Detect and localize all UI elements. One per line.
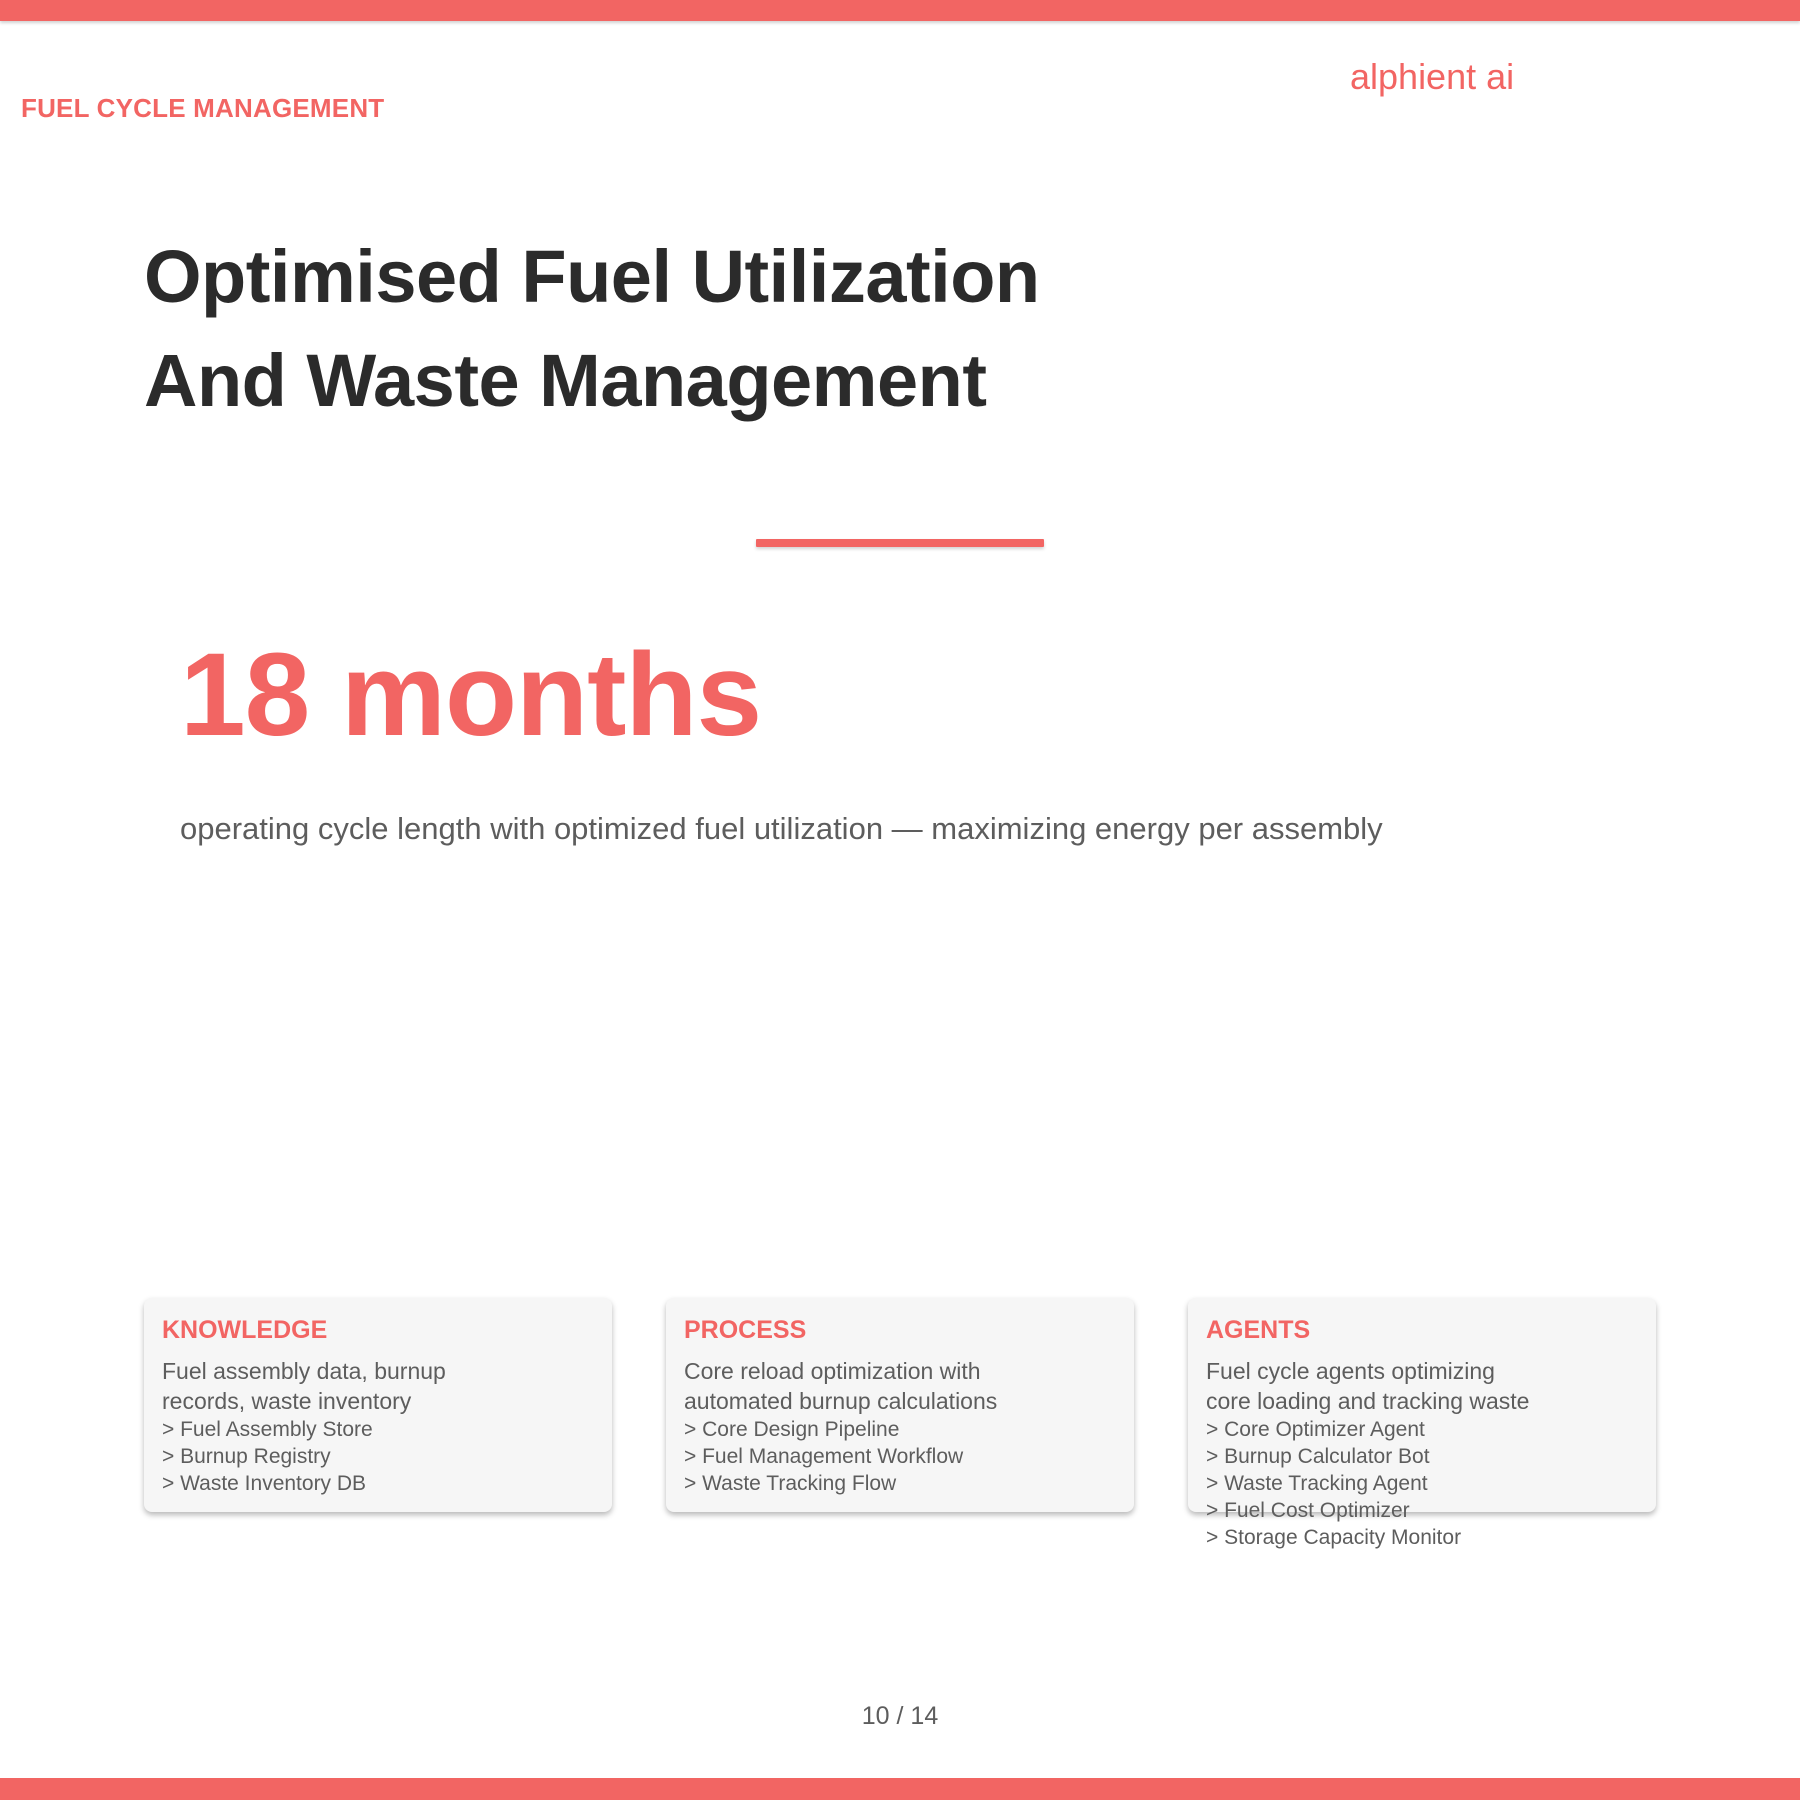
list-item: Burnup Calculator Bot [1206,1443,1766,1470]
list-item: Fuel Assembly Store [162,1416,722,1443]
card-title: KNOWLEDGE [162,1316,328,1344]
list-item: Waste Tracking Flow [684,1470,1244,1497]
list-item: Fuel Management Workflow [684,1443,1244,1470]
card-description-line: Core reload optimization with [684,1358,981,1384]
card-description: Core reload optimization with automated … [684,1356,1244,1416]
slide: FUEL CYCLE MANAGEMENT alphient ai Optimi… [0,0,1800,1800]
card-item-list: Fuel Assembly Store Burnup Registry Wast… [162,1416,722,1497]
card-description-line: automated burnup calculations [684,1388,998,1414]
card-title: PROCESS [684,1316,807,1344]
bottom-accent-bar [0,1778,1800,1800]
list-item: Fuel Cost Optimizer [1206,1497,1766,1524]
card-item-list: Core Optimizer Agent Burnup Calculator B… [1206,1416,1766,1551]
card-description-line: Fuel cycle agents optimizing [1206,1358,1495,1384]
list-item: Burnup Registry [162,1443,722,1470]
title-divider [756,539,1044,547]
card-item-list: Core Design Pipeline Fuel Management Wor… [684,1416,1244,1497]
card-description: Fuel cycle agents optimizing core loadin… [1206,1356,1766,1416]
stat-description: operating cycle length with optimized fu… [180,811,1383,846]
brand-logo-text: alphient ai [1350,56,1515,97]
slide-title: Optimised Fuel Utilization And Waste Man… [144,225,1040,433]
stat-value: 18 months [180,629,762,761]
list-item: Waste Tracking Agent [1206,1470,1766,1497]
card-description: Fuel assembly data, burnup records, wast… [162,1356,722,1416]
slide-title-line-1: Optimised Fuel Utilization [144,235,1040,318]
slide-title-line-2: And Waste Management [144,339,987,422]
list-item: Core Design Pipeline [684,1416,1244,1443]
card-description-line: records, waste inventory [162,1388,412,1414]
list-item: Storage Capacity Monitor [1206,1524,1766,1551]
card-description-line: Fuel assembly data, burnup [162,1358,446,1384]
card-agents: AGENTS Fuel cycle agents optimizing core… [1188,1298,1656,1549]
list-item: Waste Inventory DB [162,1470,722,1497]
card-title: AGENTS [1206,1316,1311,1344]
card-process: PROCESS Core reload optimization with au… [666,1298,1134,1512]
top-accent-bar [0,0,1800,21]
card-knowledge: KNOWLEDGE Fuel assembly data, burnup rec… [144,1298,612,1512]
list-item: Core Optimizer Agent [1206,1416,1766,1443]
section-label: FUEL CYCLE MANAGEMENT [21,93,385,123]
card-description-line: core loading and tracking waste [1206,1388,1530,1414]
page-number: 10 / 14 [861,1702,939,1730]
